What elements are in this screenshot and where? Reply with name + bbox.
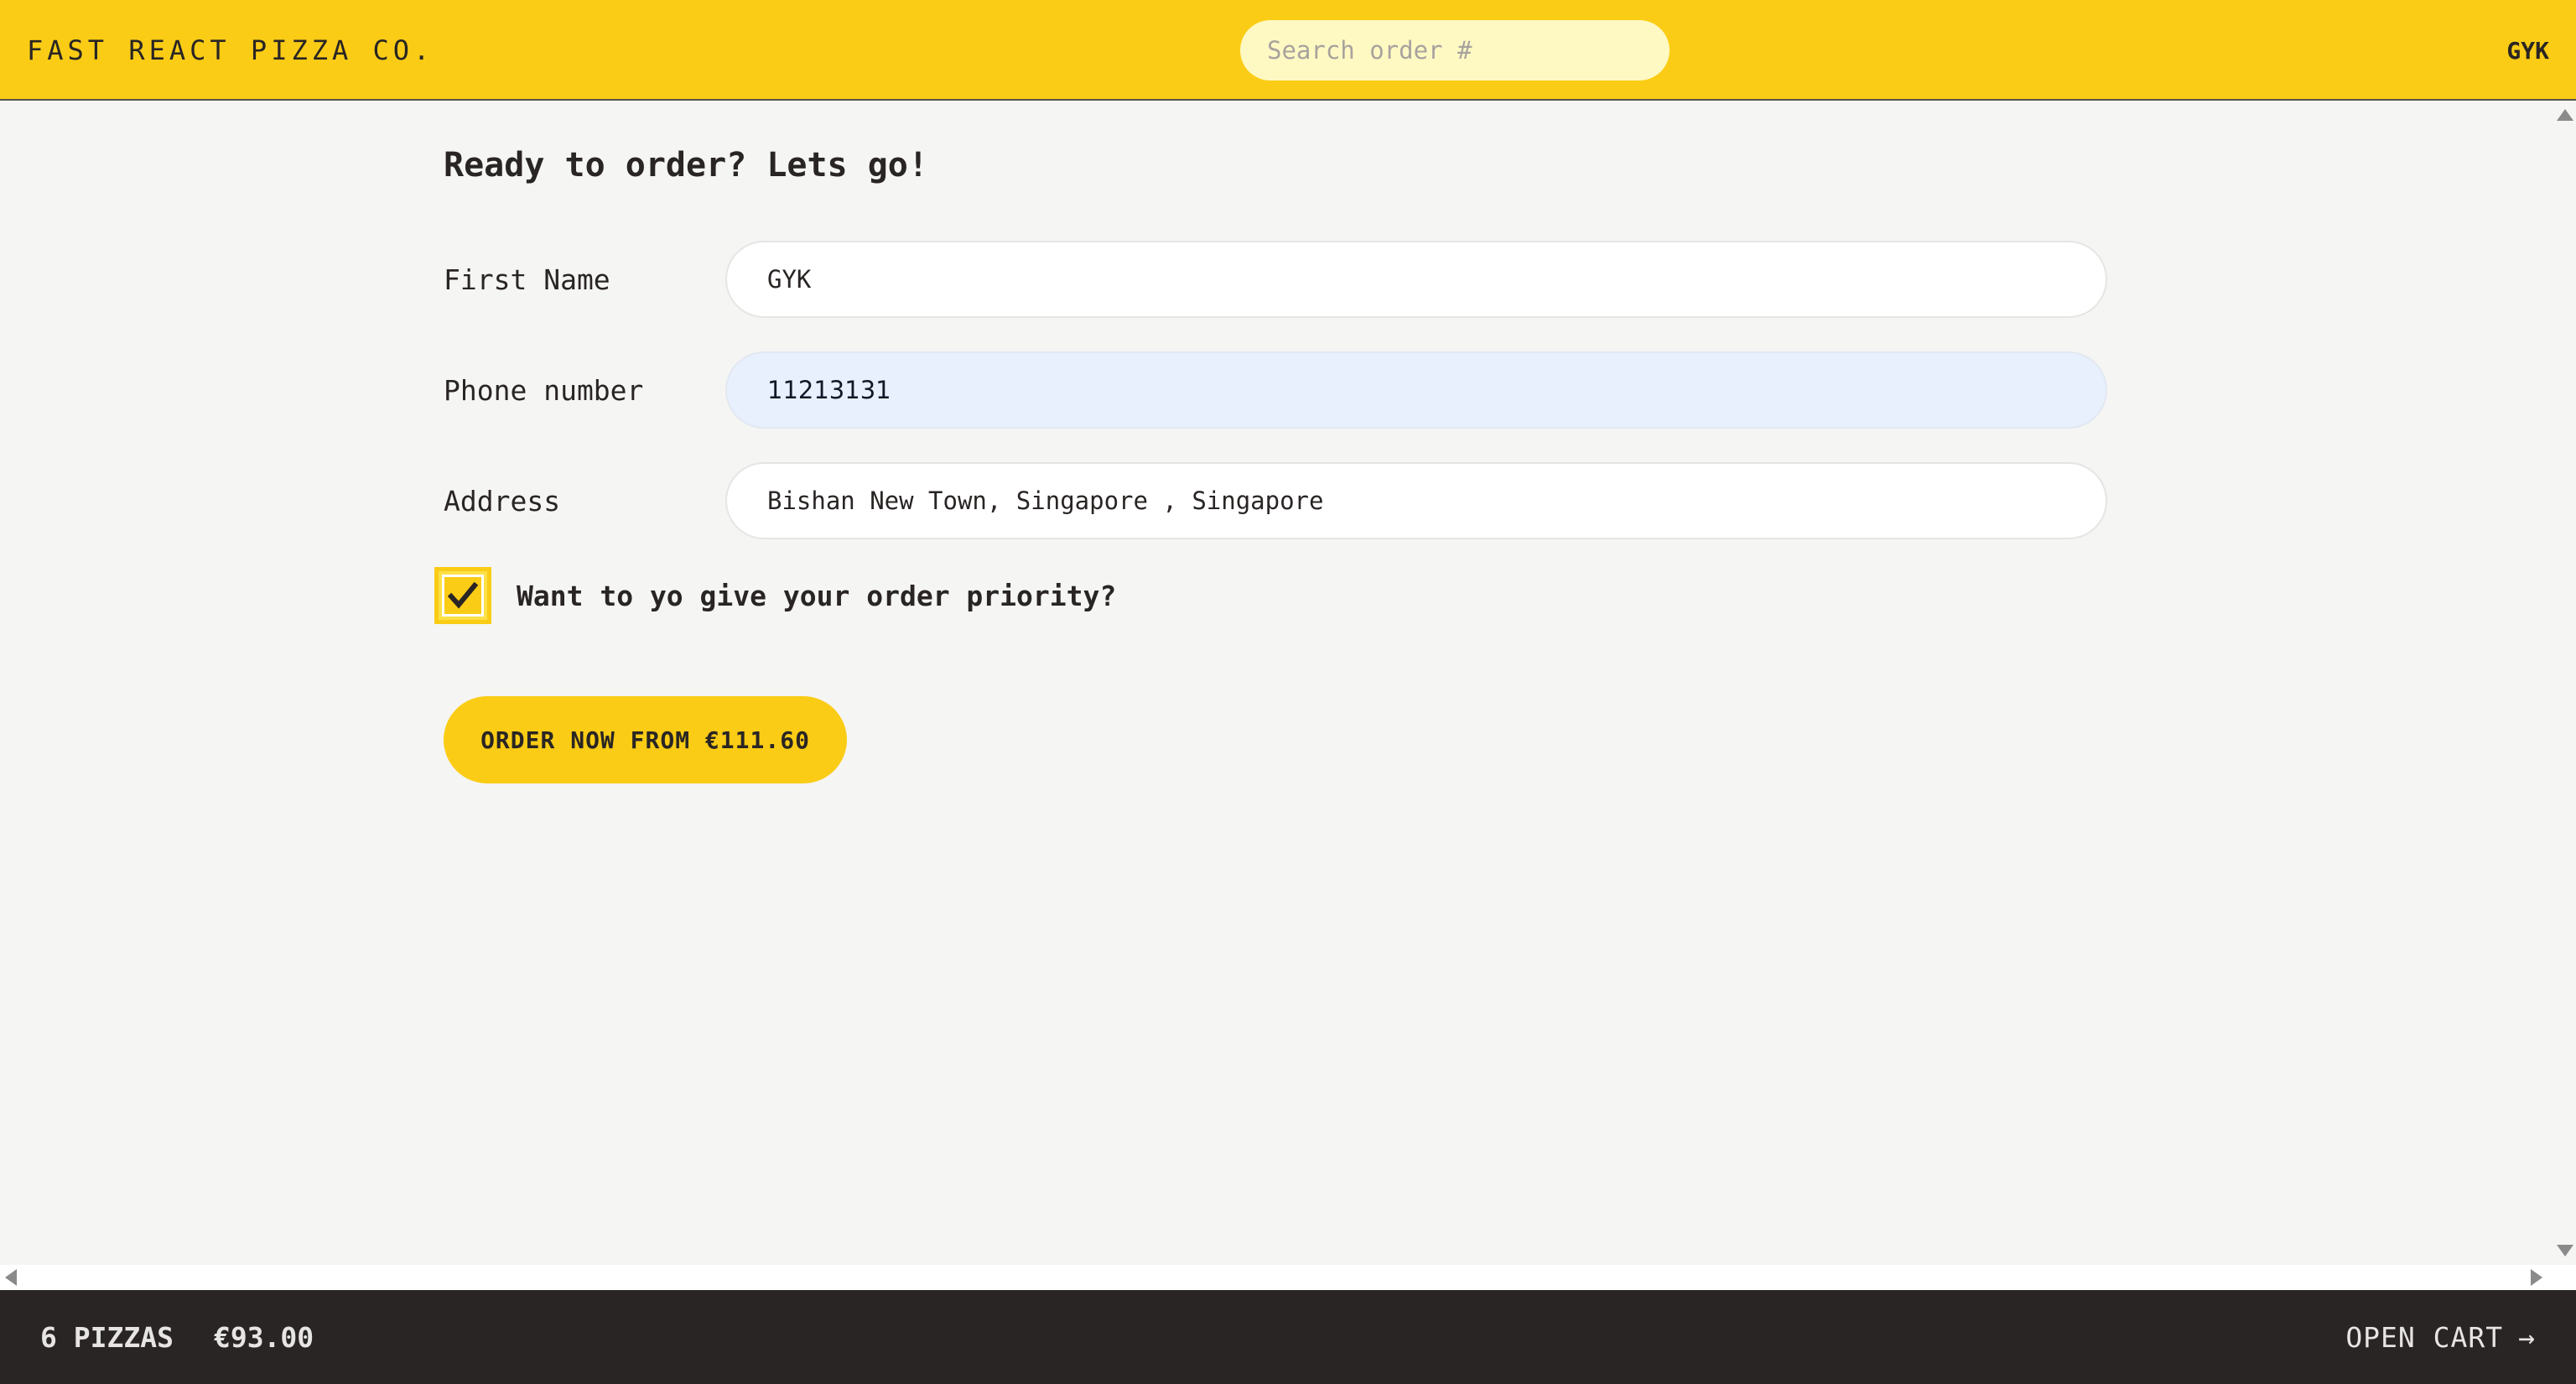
arrow-right-icon: →: [2518, 1320, 2536, 1354]
address-label: Address: [444, 484, 561, 518]
priority-label: Want to yo give your order priority?: [517, 579, 1117, 612]
order-now-button[interactable]: ORDER NOW FROM €111.60: [444, 696, 847, 783]
checkmark-icon: [442, 575, 484, 617]
username: GYK: [2506, 36, 2549, 65]
logo-link[interactable]: FAST REACT PIZZA CO.: [27, 0, 434, 101]
address-input[interactable]: Bishan New Town, Singapore , Singapore: [725, 462, 2107, 539]
page-title: Ready to order? Lets go!: [444, 146, 928, 185]
first-name-row: First Name GYK: [444, 241, 2107, 318]
cart-summary: 6 PIZZAS €93.00: [40, 1290, 314, 1384]
scroll-up-icon[interactable]: [2557, 109, 2573, 121]
priority-checkbox[interactable]: [434, 567, 491, 624]
search-order-input[interactable]: [1240, 20, 1670, 81]
cart-overview: 6 PIZZAS €93.00 OPEN CART →: [0, 1290, 2576, 1384]
phone-input[interactable]: 11213131: [725, 351, 2107, 429]
phone-row: Phone number 11213131: [444, 351, 2107, 429]
vertical-scrollbar[interactable]: [2552, 102, 2576, 1265]
header: FAST REACT PIZZA CO. GYK: [0, 0, 2576, 101]
phone-label: Phone number: [444, 373, 644, 407]
first-name-input[interactable]: GYK: [725, 241, 2107, 318]
scroll-right-icon[interactable]: [2531, 1269, 2542, 1286]
horizontal-scrollbar[interactable]: [0, 1265, 2576, 1290]
pizza-count: 6 PIZZAS: [40, 1320, 174, 1354]
scroll-left-icon[interactable]: [5, 1269, 17, 1286]
first-name-label: First Name: [444, 263, 610, 296]
cart-total: €93.00: [213, 1320, 314, 1354]
open-cart-link[interactable]: OPEN CART →: [2345, 1290, 2536, 1384]
main-content: Ready to order? Lets go! First Name GYK …: [0, 102, 2552, 1265]
page: FAST REACT PIZZA CO. GYK Ready to order?…: [0, 0, 2576, 1384]
address-row: Address Bishan New Town, Singapore , Sin…: [444, 462, 2107, 539]
scroll-down-icon[interactable]: [2557, 1245, 2573, 1257]
priority-option: Want to yo give your order priority?: [434, 567, 1441, 624]
open-cart-label: OPEN CART: [2345, 1320, 2504, 1354]
